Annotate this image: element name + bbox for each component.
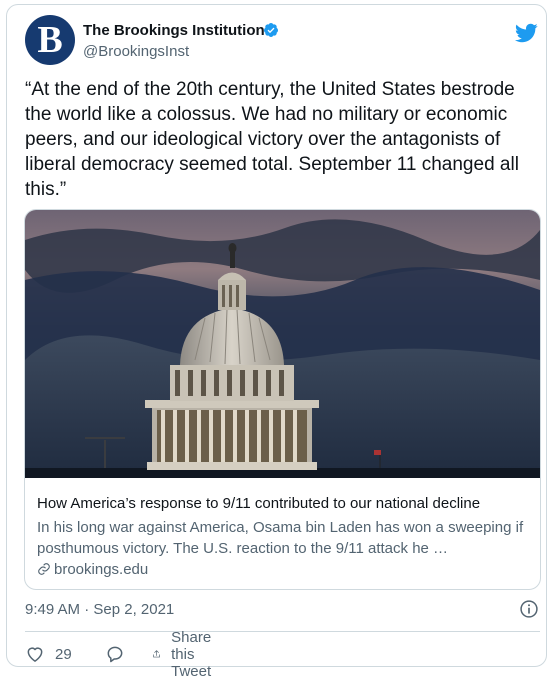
link-icon <box>38 563 50 575</box>
link-card-domain: brookings.edu <box>54 561 149 578</box>
divider <box>25 631 540 632</box>
heart-icon <box>27 647 43 662</box>
author-name[interactable]: The Brookings Institution <box>83 22 265 39</box>
link-card-title[interactable]: How America’s response to 9/11 contribut… <box>37 495 480 512</box>
capitol-dome-photo[interactable] <box>25 210 540 478</box>
share-icon <box>153 650 160 658</box>
reply-icon <box>107 646 123 663</box>
share-tweet-label: Share this Tweet <box>171 628 212 680</box>
like-button[interactable]: 29 <box>25 639 72 669</box>
twitter-bird-icon[interactable] <box>514 21 538 45</box>
share-tweet-button[interactable]: Share this Tweet <box>152 629 222 680</box>
link-card-description: In his long war against America, Osama b… <box>37 519 524 557</box>
author-handle[interactable]: @BrookingsInst <box>83 43 189 60</box>
verified-badge-icon <box>263 23 278 37</box>
tweet-text: “At the end of the 20th century, the Uni… <box>25 79 519 200</box>
info-icon[interactable] <box>519 599 539 619</box>
tweet-card: B The Brookings Institution @BrookingsIn… <box>6 4 547 680</box>
reply-button[interactable] <box>105 639 125 669</box>
like-count: 29 <box>55 645 72 663</box>
avatar[interactable]: B <box>25 15 75 65</box>
link-card[interactable]: How America’s response to 9/11 contribut… <box>24 209 541 590</box>
tweet-timestamp[interactable]: 9:49 AM · Sep 2, 2021 <box>25 601 174 618</box>
link-card-domain-row[interactable]: brookings.edu <box>37 561 148 578</box>
avatar-letter: B <box>37 19 63 61</box>
